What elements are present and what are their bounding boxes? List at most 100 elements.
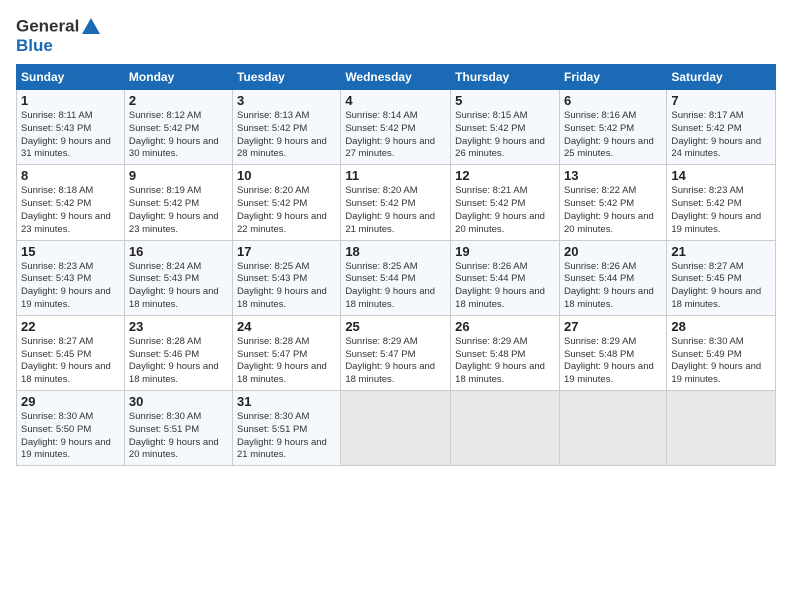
day-info: Sunrise: 8:12 AMSunset: 5:42 PMDaylight:… — [129, 110, 228, 161]
calendar-cell: 6 Sunrise: 8:16 AMSunset: 5:42 PMDaylight… — [559, 90, 666, 165]
calendar-week-3: 15 Sunrise: 8:23 AMSunset: 5:43 PMDayligh… — [17, 240, 776, 315]
day-info: Sunrise: 8:20 AMSunset: 5:42 PMDaylight:… — [237, 185, 336, 236]
day-number: 15 — [21, 244, 120, 259]
calendar-cell: 28 Sunrise: 8:30 AMSunset: 5:49 PMDayligh… — [667, 315, 776, 390]
calendar-cell: 8Sunrise: 8:18 AMSunset: 5:42 PMDaylight… — [17, 165, 125, 240]
logo-general: General — [16, 16, 79, 35]
logo-icon — [80, 16, 102, 38]
calendar-cell — [667, 391, 776, 466]
header-monday: Monday — [124, 65, 232, 90]
day-info: Sunrise: 8:23 AMSunset: 5:42 PMDaylight:… — [671, 185, 771, 236]
day-number: 13 — [564, 168, 662, 183]
calendar-cell — [451, 391, 560, 466]
calendar-cell — [341, 391, 451, 466]
day-info: Sunrise: 8:20 AMSunset: 5:42 PMDaylight:… — [345, 185, 446, 236]
day-info: Sunrise: 8:13 AMSunset: 5:42 PMDaylight:… — [237, 110, 336, 161]
header-wednesday: Wednesday — [341, 65, 451, 90]
day-number: 27 — [564, 319, 662, 334]
calendar-cell: 11 Sunrise: 8:20 AMSunset: 5:42 PMDayligh… — [341, 165, 451, 240]
day-info: Sunrise: 8:29 AMSunset: 5:48 PMDaylight:… — [564, 336, 662, 387]
day-number: 21 — [671, 244, 771, 259]
day-info: Sunrise: 8:26 AMSunset: 5:44 PMDaylight:… — [455, 261, 555, 312]
day-number: 12 — [455, 168, 555, 183]
calendar-table: Sunday Monday Tuesday Wednesday Thursday… — [16, 64, 776, 466]
calendar-cell: 21 Sunrise: 8:27 AMSunset: 5:45 PMDayligh… — [667, 240, 776, 315]
day-number: 8 — [21, 168, 120, 183]
header: General Blue — [16, 16, 776, 56]
calendar-cell: 5 Sunrise: 8:15 AMSunset: 5:42 PMDaylight… — [451, 90, 560, 165]
day-info: Sunrise: 8:30 AMSunset: 5:49 PMDaylight:… — [671, 336, 771, 387]
header-friday: Friday — [559, 65, 666, 90]
day-info: Sunrise: 8:28 AMSunset: 5:46 PMDaylight:… — [129, 336, 228, 387]
calendar-week-2: 8Sunrise: 8:18 AMSunset: 5:42 PMDaylight… — [17, 165, 776, 240]
calendar-cell: 27 Sunrise: 8:29 AMSunset: 5:48 PMDayligh… — [559, 315, 666, 390]
day-number: 2 — [129, 93, 228, 108]
header-saturday: Saturday — [667, 65, 776, 90]
day-number: 23 — [129, 319, 228, 334]
calendar-week-1: 1 Sunrise: 8:11 AMSunset: 5:43 PMDaylight… — [17, 90, 776, 165]
day-info: Sunrise: 8:23 AMSunset: 5:43 PMDaylight:… — [21, 261, 120, 312]
day-number: 19 — [455, 244, 555, 259]
calendar-week-5: 29 Sunrise: 8:30 AMSunset: 5:50 PMDayligh… — [17, 391, 776, 466]
calendar-cell: 16Sunrise: 8:24 AMSunset: 5:43 PMDayligh… — [124, 240, 232, 315]
calendar-cell: 24Sunrise: 8:28 AMSunset: 5:47 PMDayligh… — [233, 315, 341, 390]
calendar-cell: 14 Sunrise: 8:23 AMSunset: 5:42 PMDayligh… — [667, 165, 776, 240]
day-info: Sunrise: 8:11 AMSunset: 5:43 PMDaylight:… — [21, 110, 120, 161]
logo-text: General Blue — [16, 16, 102, 56]
day-number: 4 — [345, 93, 446, 108]
day-number: 26 — [455, 319, 555, 334]
header-row: Sunday Monday Tuesday Wednesday Thursday… — [17, 65, 776, 90]
calendar-cell: 29 Sunrise: 8:30 AMSunset: 5:50 PMDayligh… — [17, 391, 125, 466]
day-number: 6 — [564, 93, 662, 108]
calendar-cell: 9 Sunrise: 8:19 AMSunset: 5:42 PMDaylight… — [124, 165, 232, 240]
calendar-cell: 31Sunrise: 8:30 AMSunset: 5:51 PMDayligh… — [233, 391, 341, 466]
day-info: Sunrise: 8:28 AMSunset: 5:47 PMDaylight:… — [237, 336, 336, 387]
day-info: Sunrise: 8:19 AMSunset: 5:42 PMDaylight:… — [129, 185, 228, 236]
day-number: 3 — [237, 93, 336, 108]
day-info: Sunrise: 8:30 AMSunset: 5:50 PMDaylight:… — [21, 411, 120, 462]
day-number: 17 — [237, 244, 336, 259]
logo: General Blue — [16, 16, 102, 56]
page-container: General Blue Sunday Monday Tuesday Wedne… — [0, 0, 792, 474]
day-number: 20 — [564, 244, 662, 259]
day-info: Sunrise: 8:27 AMSunset: 5:45 PMDaylight:… — [671, 261, 771, 312]
calendar-cell: 3 Sunrise: 8:13 AMSunset: 5:42 PMDaylight… — [233, 90, 341, 165]
day-info: Sunrise: 8:25 AMSunset: 5:43 PMDaylight:… — [237, 261, 336, 312]
day-number: 31 — [237, 394, 336, 409]
day-number: 10 — [237, 168, 336, 183]
day-number: 28 — [671, 319, 771, 334]
logo-blue: Blue — [16, 36, 102, 56]
calendar-cell: 12Sunrise: 8:21 AMSunset: 5:42 PMDayligh… — [451, 165, 560, 240]
day-info: Sunrise: 8:24 AMSunset: 5:43 PMDaylight:… — [129, 261, 228, 312]
day-info: Sunrise: 8:15 AMSunset: 5:42 PMDaylight:… — [455, 110, 555, 161]
calendar-cell: 15 Sunrise: 8:23 AMSunset: 5:43 PMDayligh… — [17, 240, 125, 315]
day-info: Sunrise: 8:16 AMSunset: 5:42 PMDaylight:… — [564, 110, 662, 161]
day-number: 30 — [129, 394, 228, 409]
calendar-cell: 19 Sunrise: 8:26 AMSunset: 5:44 PMDayligh… — [451, 240, 560, 315]
calendar-week-4: 22Sunrise: 8:27 AMSunset: 5:45 PMDayligh… — [17, 315, 776, 390]
calendar-cell: 20Sunrise: 8:26 AMSunset: 5:44 PMDayligh… — [559, 240, 666, 315]
calendar-cell: 30 Sunrise: 8:30 AMSunset: 5:51 PMDayligh… — [124, 391, 232, 466]
calendar-cell — [559, 391, 666, 466]
day-info: Sunrise: 8:22 AMSunset: 5:42 PMDaylight:… — [564, 185, 662, 236]
calendar-cell: 7Sunrise: 8:17 AMSunset: 5:42 PMDaylight… — [667, 90, 776, 165]
header-tuesday: Tuesday — [233, 65, 341, 90]
day-number: 14 — [671, 168, 771, 183]
day-number: 9 — [129, 168, 228, 183]
day-info: Sunrise: 8:14 AMSunset: 5:42 PMDaylight:… — [345, 110, 446, 161]
calendar-cell: 2 Sunrise: 8:12 AMSunset: 5:42 PMDaylight… — [124, 90, 232, 165]
day-number: 25 — [345, 319, 446, 334]
day-number: 29 — [21, 394, 120, 409]
header-thursday: Thursday — [451, 65, 560, 90]
calendar-cell: 10 Sunrise: 8:20 AMSunset: 5:42 PMDayligh… — [233, 165, 341, 240]
calendar-cell: 13 Sunrise: 8:22 AMSunset: 5:42 PMDayligh… — [559, 165, 666, 240]
calendar-cell: 18Sunrise: 8:25 AMSunset: 5:44 PMDayligh… — [341, 240, 451, 315]
day-info: Sunrise: 8:30 AMSunset: 5:51 PMDaylight:… — [129, 411, 228, 462]
day-info: Sunrise: 8:29 AMSunset: 5:47 PMDaylight:… — [345, 336, 446, 387]
day-number: 5 — [455, 93, 555, 108]
day-info: Sunrise: 8:29 AMSunset: 5:48 PMDaylight:… — [455, 336, 555, 387]
day-number: 1 — [21, 93, 120, 108]
day-number: 11 — [345, 168, 446, 183]
header-sunday: Sunday — [17, 65, 125, 90]
day-info: Sunrise: 8:25 AMSunset: 5:44 PMDaylight:… — [345, 261, 446, 312]
